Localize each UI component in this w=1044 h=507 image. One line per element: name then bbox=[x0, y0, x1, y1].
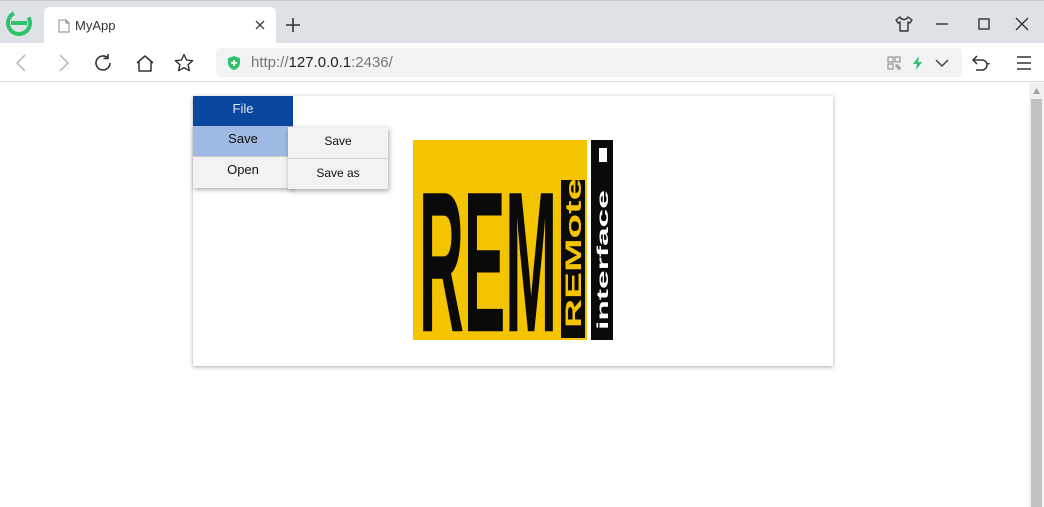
logo-side-text: REMote bbox=[561, 178, 586, 328]
chevron-down-icon[interactable] bbox=[934, 55, 950, 71]
browser-tab[interactable]: MyApp bbox=[44, 7, 276, 44]
back-icon[interactable] bbox=[11, 52, 33, 74]
logo-bar-text: interface bbox=[595, 190, 612, 330]
plus-icon[interactable] bbox=[284, 16, 302, 34]
home-icon[interactable] bbox=[134, 52, 156, 74]
reload-icon[interactable] bbox=[92, 52, 114, 74]
tab-title: MyApp bbox=[75, 18, 116, 33]
logo-main-text: REM bbox=[419, 150, 557, 340]
browser-toolbar: http://127.0.0.1:2436/ bbox=[0, 43, 1044, 82]
star-icon[interactable] bbox=[173, 52, 195, 74]
close-icon[interactable] bbox=[252, 17, 268, 33]
scroll-thumb[interactable] bbox=[1031, 99, 1042, 507]
browser-tab-strip: MyApp bbox=[0, 0, 1044, 44]
vertical-scrollbar[interactable] bbox=[1029, 83, 1044, 507]
url-scheme: http:// bbox=[251, 54, 289, 71]
minimize-icon[interactable] bbox=[931, 13, 953, 35]
file-dropdown: Save Open bbox=[193, 126, 293, 188]
lightning-icon[interactable] bbox=[910, 55, 926, 71]
file-menu-button[interactable]: File bbox=[193, 96, 293, 126]
tshirt-icon[interactable] bbox=[893, 13, 915, 35]
submenu-item-save-as[interactable]: Save as bbox=[288, 158, 388, 189]
qr-code-icon[interactable] bbox=[886, 55, 902, 71]
undo-icon[interactable] bbox=[968, 52, 990, 74]
edge-e-icon[interactable] bbox=[6, 10, 32, 36]
hamburger-menu-icon[interactable] bbox=[1013, 52, 1035, 74]
window-close-icon[interactable] bbox=[1011, 13, 1033, 35]
menu-item-open[interactable]: Open bbox=[193, 157, 293, 188]
forward-icon[interactable] bbox=[52, 52, 74, 74]
url-text[interactable]: http://127.0.0.1:2436/ bbox=[251, 54, 393, 71]
save-submenu: Save Save as bbox=[288, 127, 388, 189]
page-viewport: File Save Open Save Save as REM REMote i… bbox=[0, 83, 1044, 507]
page-icon bbox=[58, 19, 70, 33]
rem-logo: REM REMote interface bbox=[413, 140, 613, 340]
maximize-icon[interactable] bbox=[973, 13, 995, 35]
url-port-path: :2436/ bbox=[351, 54, 393, 71]
submenu-item-save[interactable]: Save bbox=[288, 127, 388, 158]
url-host: 127.0.0.1 bbox=[288, 54, 352, 71]
menu-item-save[interactable]: Save bbox=[193, 126, 293, 157]
logo-bar-notch bbox=[599, 148, 607, 162]
shield-icon[interactable] bbox=[226, 55, 242, 71]
address-bar[interactable]: http://127.0.0.1:2436/ bbox=[216, 48, 962, 77]
scroll-up-arrow-icon[interactable] bbox=[1032, 87, 1041, 95]
